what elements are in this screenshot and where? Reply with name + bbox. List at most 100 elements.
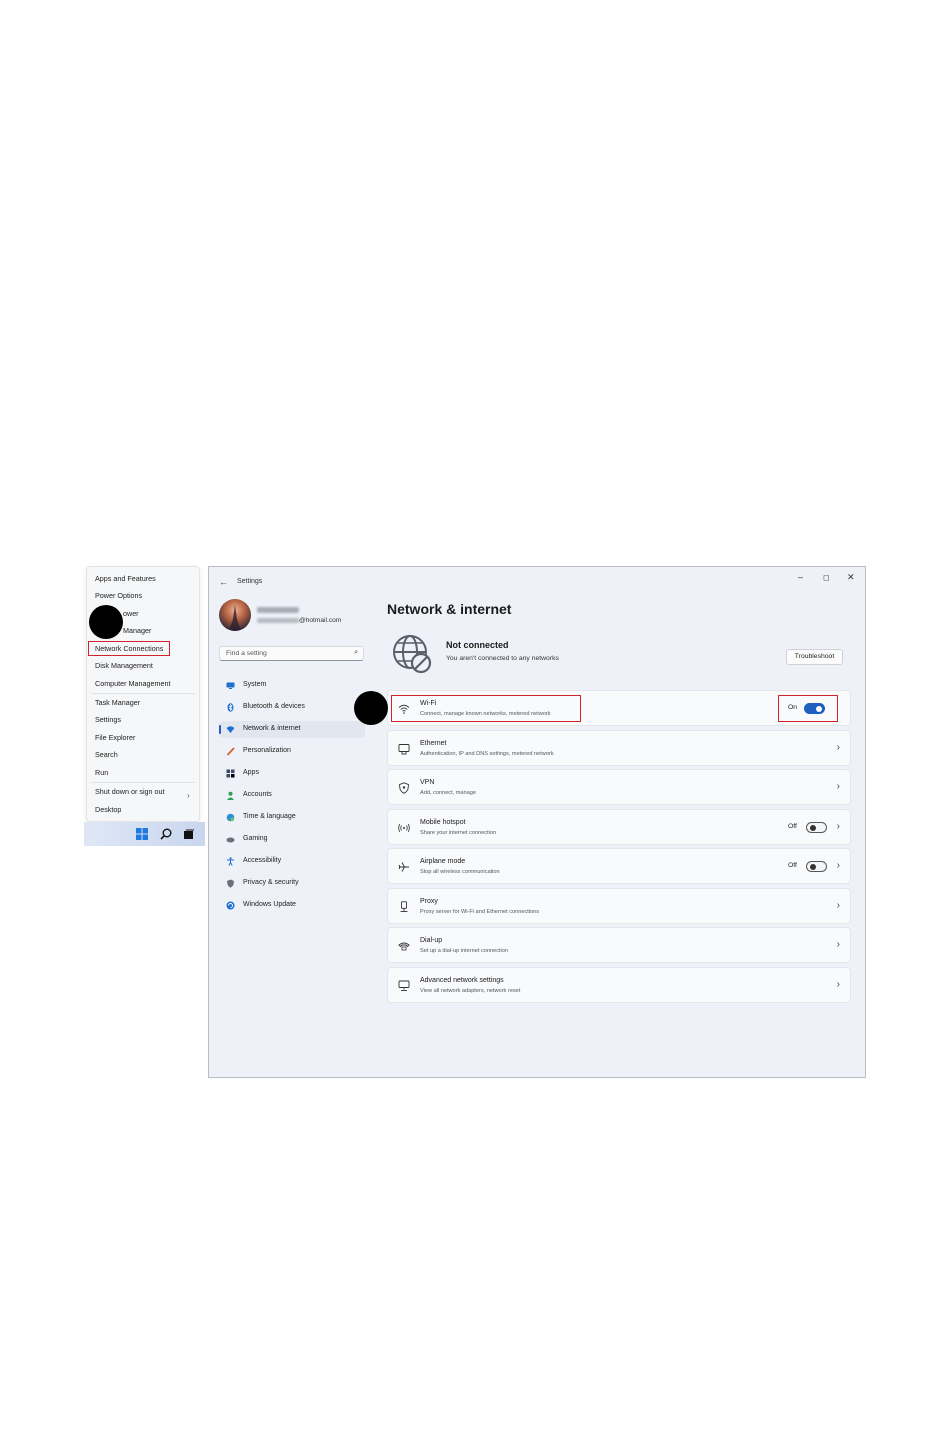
shield-icon — [227, 879, 234, 888]
avatar[interactable] — [219, 599, 251, 631]
menu-item-search[interactable]: Search — [95, 748, 118, 762]
card-title: Dial-up — [420, 937, 443, 944]
person-icon — [227, 791, 234, 800]
chevron-right-icon: › — [836, 939, 840, 950]
card-subtitle: Share your internet connection — [420, 830, 497, 836]
connection-status-subtitle: You aren't connected to any networks — [446, 655, 559, 662]
search-icon: ⌕ — [354, 649, 358, 656]
account-email-redacted — [257, 618, 299, 623]
search-icon[interactable] — [160, 828, 172, 840]
card-advanced-network[interactable]: Advanced network settings View all netwo… — [387, 967, 851, 1003]
card-subtitle: View all network adapters, network reset — [420, 988, 521, 994]
settings-search-input[interactable]: Find a setting ⌕ — [219, 646, 364, 661]
sidebar-item-accounts[interactable]: Accounts — [219, 787, 365, 804]
menu-item-shutdown[interactable]: Shut down or sign out — [95, 785, 165, 799]
chevron-right-icon: › — [836, 900, 840, 911]
airplane-toggle[interactable] — [806, 861, 827, 872]
sidebar-item-label: Bluetooth & devices — [243, 703, 305, 710]
start-icon[interactable] — [136, 828, 148, 840]
card-subtitle: Add, connect, manage — [420, 790, 476, 796]
advanced-network-icon — [398, 980, 410, 991]
submenu-chevron-icon: › — [187, 791, 190, 800]
monitor-icon — [226, 682, 235, 689]
gamepad-icon — [226, 837, 235, 843]
sidebar-item-label: Time & language — [243, 813, 296, 820]
sidebar-item-gaming[interactable]: Gaming — [219, 831, 365, 848]
chevron-right-icon: › — [836, 821, 840, 832]
globe-clock-icon — [226, 813, 235, 822]
proxy-icon — [400, 901, 408, 912]
taskbar — [84, 822, 205, 846]
highlight-network-connections — [88, 641, 170, 656]
sidebar-item-personalization[interactable]: Personalization — [219, 743, 365, 760]
globe-disconnected-icon — [393, 635, 432, 674]
menu-item-label: Manager — [123, 626, 152, 635]
menu-item-disk-management[interactable]: Disk Management — [95, 659, 153, 673]
troubleshoot-button[interactable]: Troubleshoot — [786, 649, 843, 665]
sidebar-item-accessibility[interactable]: Accessibility — [219, 853, 365, 870]
sidebar-item-label: Accessibility — [243, 857, 282, 864]
close-icon[interactable]: ✕ — [847, 572, 855, 583]
sidebar-item-label: Gaming — [243, 835, 268, 842]
search-placeholder: Find a setting — [226, 650, 267, 657]
wifi-icon — [226, 726, 235, 733]
step-marker — [354, 691, 388, 725]
ethernet-icon — [398, 744, 410, 755]
menu-item-run[interactable]: Run — [95, 766, 108, 780]
sidebar-item-bluetooth[interactable]: Bluetooth & devices — [219, 699, 365, 716]
sidebar-item-apps[interactable]: Apps — [219, 765, 365, 782]
menu-item-apps-features[interactable]: Apps and Features — [95, 572, 156, 586]
sidebar-item-privacy[interactable]: Privacy & security — [219, 875, 365, 892]
card-subtitle: Set up a dial-up internet connection — [420, 948, 509, 954]
highlight-wifi — [391, 695, 581, 722]
sidebar-item-label: Accounts — [243, 791, 272, 798]
sidebar-item-system[interactable]: System — [219, 677, 365, 694]
toggle-knob — [810, 864, 816, 870]
sidebar-item-label: Windows Update — [243, 901, 296, 908]
airplane-icon — [398, 862, 409, 872]
apps-icon — [226, 769, 235, 778]
menu-item-task-manager[interactable]: Task Manager — [95, 696, 140, 710]
menu-item-settings[interactable]: Settings — [95, 713, 121, 727]
chevron-right-icon: › — [836, 860, 840, 871]
card-mobile-hotspot[interactable]: Mobile hotspot Share your internet conne… — [387, 809, 851, 845]
hotspot-toggle-state: Off — [788, 823, 797, 830]
settings-window: – ◻ ✕ ← Settings @hotmail.com Find a set… — [208, 566, 866, 1078]
account-email: @hotmail.com — [299, 617, 342, 624]
airplane-toggle-state: Off — [788, 862, 797, 869]
minimize-icon[interactable]: – — [798, 572, 803, 582]
maximize-icon[interactable]: ◻ — [823, 573, 830, 582]
sidebar-item-label: System — [243, 681, 267, 688]
card-airplane-mode[interactable]: Airplane mode Stop all wireless communic… — [387, 848, 851, 884]
card-dial-up[interactable]: Dial-up Set up a dial-up internet connec… — [387, 927, 851, 963]
sidebar-item-time-language[interactable]: Time & language — [219, 809, 365, 826]
task-view-icon[interactable] — [183, 828, 195, 840]
bluetooth-icon — [227, 703, 234, 712]
chevron-right-icon: › — [836, 781, 840, 792]
card-proxy[interactable]: Proxy Proxy server for Wi-Fi and Etherne… — [387, 888, 851, 924]
active-indicator — [219, 725, 221, 734]
card-subtitle: Stop all wireless communication — [420, 869, 500, 875]
sidebar-item-label: Apps — [243, 769, 259, 776]
hotspot-toggle[interactable] — [806, 822, 827, 833]
menu-item-desktop[interactable]: Desktop — [95, 803, 121, 817]
menu-item-power-options[interactable]: Power Options — [95, 589, 142, 603]
menu-item-computer-management[interactable]: Computer Management — [95, 677, 171, 691]
hotspot-icon — [398, 823, 410, 833]
sidebar-item-windows-update[interactable]: Windows Update — [219, 897, 365, 914]
back-arrow-icon[interactable]: ← — [219, 577, 228, 587]
menu-item-file-explorer[interactable]: File Explorer — [95, 731, 135, 745]
card-subtitle: Proxy server for Wi-Fi and Ethernet conn… — [420, 909, 540, 915]
sidebar-item-network[interactable]: Network & internet — [219, 721, 365, 738]
card-vpn[interactable]: VPN Add, connect, manage › — [387, 769, 851, 805]
update-icon — [226, 901, 235, 910]
menu-divider — [91, 693, 195, 694]
card-ethernet[interactable]: Ethernet Authentication, IP and DNS sett… — [387, 730, 851, 766]
app-title: Settings — [237, 578, 263, 585]
card-title: Airplane mode — [420, 858, 466, 865]
card-title: VPN — [420, 779, 435, 786]
card-subtitle: Authentication, IP and DNS settings, met… — [420, 751, 554, 757]
connection-status-title: Not connected — [446, 640, 509, 650]
brush-icon — [226, 747, 235, 756]
sidebar-item-label: Network & internet — [243, 725, 301, 732]
